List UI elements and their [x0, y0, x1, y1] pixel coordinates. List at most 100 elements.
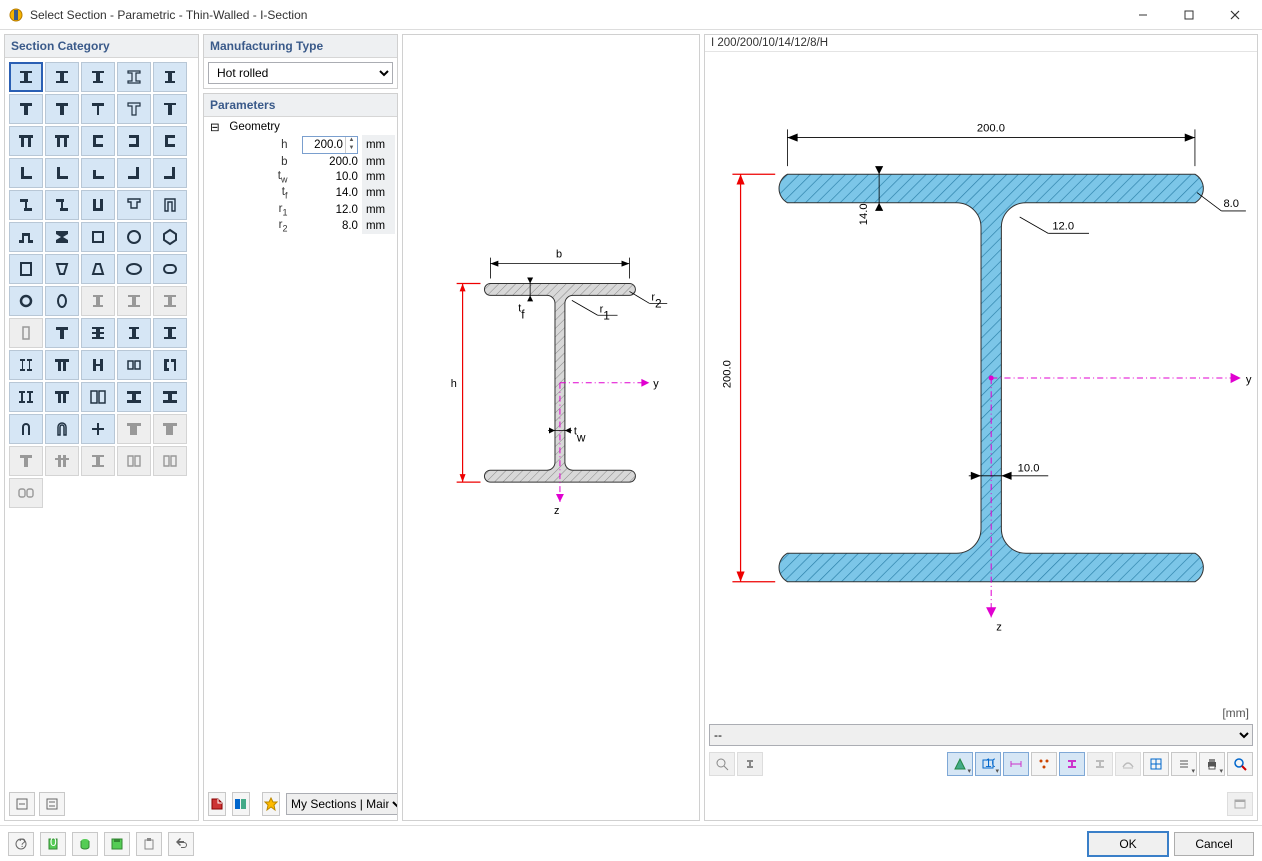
library-button[interactable] [232, 792, 250, 816]
tool-window[interactable] [1227, 792, 1253, 816]
cat-sigma-1[interactable] [45, 222, 79, 252]
cat-l-5[interactable] [153, 158, 187, 188]
tool-zoom[interactable] [709, 752, 735, 776]
cat-dis-4[interactable] [9, 318, 43, 348]
cat-arch-2[interactable] [45, 414, 79, 444]
param-group[interactable]: Geometry [225, 119, 395, 135]
cat-i-symmetric[interactable] [9, 62, 43, 92]
cat-comp-3[interactable] [81, 350, 115, 380]
manufacturing-select[interactable]: Hot rolled [208, 62, 393, 84]
tool-values[interactable]: 100▾ [975, 752, 1001, 776]
param-value-b[interactable]: 200.0 [291, 155, 361, 169]
tool-shape[interactable]: ▾ [947, 752, 973, 776]
cat-dis-2[interactable] [117, 286, 151, 316]
cat-comp-10[interactable] [153, 382, 187, 412]
foot-calc-icon[interactable]: 0,00 [40, 832, 66, 856]
cat-omega-1[interactable] [9, 222, 43, 252]
cat-comp-4[interactable] [117, 350, 151, 380]
cat-u-2[interactable] [117, 190, 151, 220]
cat-trap-1[interactable] [45, 254, 79, 284]
cat-comp-8[interactable] [81, 382, 115, 412]
ok-button[interactable]: OK [1088, 832, 1168, 856]
cat-comp-9[interactable] [117, 382, 151, 412]
cat-comp-5[interactable] [153, 350, 187, 380]
cat-z-1[interactable] [9, 190, 43, 220]
cat-t-2[interactable] [45, 94, 79, 124]
cat-i-variant-4[interactable] [117, 62, 151, 92]
cat-trap-2[interactable] [81, 254, 115, 284]
cancel-button[interactable]: Cancel [1174, 832, 1254, 856]
cat-t-solid[interactable] [45, 318, 79, 348]
spin-down-icon[interactable]: ▼ [345, 145, 357, 153]
cat-cross-1[interactable] [81, 414, 115, 444]
cat-l-4[interactable] [117, 158, 151, 188]
cat-dis-10[interactable] [9, 478, 43, 508]
tool-axes[interactable] [1059, 752, 1085, 776]
cat-comp-1[interactable] [9, 350, 43, 380]
tool-find[interactable] [1227, 752, 1253, 776]
cat-dis-8[interactable] [117, 446, 151, 476]
cat-pi-2[interactable] [45, 126, 79, 156]
cat-pi-1[interactable] [9, 126, 43, 156]
foot-db-icon[interactable] [72, 832, 98, 856]
cat-comp-2[interactable] [45, 350, 79, 380]
tool-list[interactable]: ▾ [1171, 752, 1197, 776]
foot-undo-icon[interactable] [168, 832, 194, 856]
tool-stress-points[interactable] [1031, 752, 1057, 776]
cat-tool-list[interactable] [39, 792, 65, 816]
foot-save-icon[interactable] [104, 832, 130, 856]
cat-oval-1[interactable] [153, 254, 187, 284]
cat-comp-7[interactable] [45, 382, 79, 412]
import-button[interactable] [208, 792, 226, 816]
param-value-tw[interactable]: 10.0 [291, 169, 361, 185]
foot-help-icon[interactable]: ? [8, 832, 34, 856]
cat-t-3[interactable] [81, 94, 115, 124]
cat-l-2[interactable] [45, 158, 79, 188]
cat-i-variant-5[interactable] [153, 62, 187, 92]
cat-dis-tt-2[interactable] [153, 414, 187, 444]
tool-print[interactable]: ▾ [1199, 752, 1225, 776]
maximize-button[interactable] [1166, 0, 1212, 30]
cat-ellipse-1[interactable] [117, 254, 151, 284]
cat-i-variant-3[interactable] [81, 62, 115, 92]
cat-c-2[interactable] [117, 126, 151, 156]
cat-hex-1[interactable] [153, 222, 187, 252]
param-value-r1[interactable]: 12.0 [291, 202, 361, 218]
cat-c-1[interactable] [81, 126, 115, 156]
cat-dis-9[interactable] [153, 446, 187, 476]
foot-clip-icon[interactable] [136, 832, 162, 856]
cat-ring-1[interactable] [117, 222, 151, 252]
cat-dis-1[interactable] [81, 286, 115, 316]
tool-grid[interactable] [1143, 752, 1169, 776]
cat-z-2[interactable] [45, 190, 79, 220]
cat-dis-7[interactable] [81, 446, 115, 476]
cat-c-3[interactable] [153, 126, 187, 156]
cat-l-3[interactable] [81, 158, 115, 188]
cat-i-cross[interactable] [81, 318, 115, 348]
cat-dis-5[interactable] [9, 446, 43, 476]
tool-section[interactable] [737, 752, 763, 776]
tool-shear[interactable] [1087, 752, 1113, 776]
cat-u-3[interactable] [153, 190, 187, 220]
tool-dims[interactable] [1003, 752, 1029, 776]
cat-ellipse-2[interactable] [45, 286, 79, 316]
cat-t-1[interactable] [9, 94, 43, 124]
cat-rect-solid[interactable] [9, 254, 43, 284]
cat-dis-6[interactable] [45, 446, 79, 476]
cat-dis-3[interactable] [153, 286, 187, 316]
cat-i-thin[interactable] [117, 318, 151, 348]
cat-t-4[interactable] [117, 94, 151, 124]
spin-up-icon[interactable]: ▲ [345, 137, 357, 145]
minimize-button[interactable] [1120, 0, 1166, 30]
cat-u-1[interactable] [81, 190, 115, 220]
cat-box-1[interactable] [81, 222, 115, 252]
cat-dis-tt-1[interactable] [117, 414, 151, 444]
cat-arch-1[interactable] [9, 414, 43, 444]
param-value-tf[interactable]: 14.0 [291, 185, 361, 201]
cat-ring-thick[interactable] [9, 286, 43, 316]
cat-comp-6[interactable] [9, 382, 43, 412]
favorite-button[interactable] [262, 792, 280, 816]
cat-l-1[interactable] [9, 158, 43, 188]
library-select[interactable]: My Sections | Main [286, 793, 398, 815]
cat-i-tapered[interactable] [153, 318, 187, 348]
